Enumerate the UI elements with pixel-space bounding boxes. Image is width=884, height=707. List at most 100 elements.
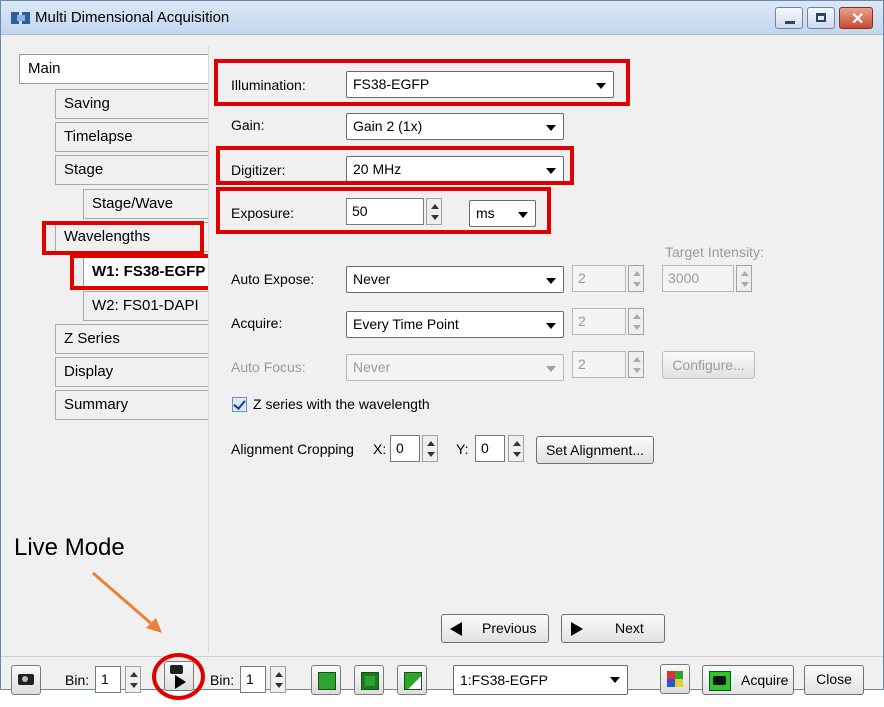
close-button[interactable]: Close xyxy=(804,665,864,695)
nav-item-timelapse[interactable]: Timelapse xyxy=(55,122,209,152)
nav-item-w2[interactable]: W2: FS01-DAPI xyxy=(83,291,209,321)
nav-item-main[interactable]: Main xyxy=(19,54,209,84)
spin-up-icon xyxy=(513,441,521,446)
chevron-down-icon xyxy=(546,278,556,284)
spin-up-icon xyxy=(633,271,641,276)
spin-down-icon xyxy=(130,683,138,688)
spin-down-icon xyxy=(633,368,641,373)
acquire-camera-icon xyxy=(709,671,731,691)
minimize-button[interactable] xyxy=(775,7,803,29)
live-bin-spinner[interactable] xyxy=(270,666,286,693)
spin-down-icon xyxy=(427,452,435,457)
highlight-live-mode xyxy=(152,653,205,700)
chevron-down-icon xyxy=(546,125,556,131)
arrow-right-icon xyxy=(571,622,583,636)
x-offset-spinner[interactable] xyxy=(422,435,438,462)
previous-label: Previous xyxy=(482,620,537,636)
title-bar[interactable]: Multi Dimensional Acquisition ✕ xyxy=(1,1,883,35)
spin-down-icon xyxy=(275,683,283,688)
wavelength-select-value: 1:FS38-EGFP xyxy=(460,672,548,688)
auto-expose-number-input[interactable]: 2 xyxy=(572,265,626,292)
auto-focus-spinner[interactable] xyxy=(628,351,644,378)
maximize-icon xyxy=(816,13,826,22)
green-square-icon xyxy=(318,672,336,690)
y-label: Y: xyxy=(456,441,469,457)
maximize-button[interactable] xyxy=(807,7,835,29)
acquire-label: Acquire: xyxy=(231,315,283,331)
bin-spinner[interactable] xyxy=(125,666,141,693)
auto-focus-value: Never xyxy=(353,359,391,375)
minimize-icon xyxy=(785,21,795,24)
live-bin-label: Bin: xyxy=(210,672,235,688)
next-button[interactable]: Next xyxy=(561,614,665,643)
highlight-illumination xyxy=(214,59,630,106)
gain-value: Gain 2 (1x) xyxy=(353,118,423,134)
chevron-down-icon xyxy=(546,366,556,372)
close-window-button[interactable]: ✕ xyxy=(839,7,873,29)
gain-label: Gain: xyxy=(231,117,265,133)
color-grid-icon-lower xyxy=(667,679,683,687)
configure-button[interactable]: Configure... xyxy=(662,351,755,379)
spin-up-icon xyxy=(275,672,283,677)
previous-button[interactable]: Previous xyxy=(441,614,549,643)
spin-down-icon xyxy=(513,452,521,457)
next-label: Next xyxy=(615,620,644,636)
target-intensity-spinner[interactable] xyxy=(736,265,752,292)
z-series-checkbox[interactable] xyxy=(232,397,247,412)
nav-item-stage[interactable]: Stage xyxy=(55,155,209,185)
auto-focus-number-input[interactable]: 2 xyxy=(572,351,626,378)
spin-up-icon xyxy=(130,672,138,677)
z-series-checkbox-label: Z series with the wavelength xyxy=(253,396,430,412)
bin-input[interactable]: 1 xyxy=(95,666,121,693)
live-bin-input[interactable]: 1 xyxy=(240,666,266,693)
highlight-exposure xyxy=(216,187,551,234)
highlight-digitizer xyxy=(216,146,574,185)
chevron-down-icon xyxy=(610,677,620,683)
annotation-arrow-icon xyxy=(92,571,162,633)
acquire-value: Every Time Point xyxy=(353,316,459,332)
y-offset-input[interactable]: 0 xyxy=(475,435,505,462)
spin-up-icon xyxy=(741,271,749,276)
acquire-number-input[interactable]: 2 xyxy=(572,308,626,335)
acquire-select[interactable]: Every Time Point xyxy=(346,311,564,338)
gain-select[interactable]: Gain 2 (1x) xyxy=(346,113,564,140)
y-offset-spinner[interactable] xyxy=(508,435,524,462)
bottom-separator xyxy=(1,656,883,657)
green-frame-icon xyxy=(361,672,379,690)
arrow-left-icon xyxy=(450,622,462,636)
region-corner-button[interactable] xyxy=(397,665,427,695)
nav-item-summary[interactable]: Summary xyxy=(55,390,209,420)
region-center-button[interactable] xyxy=(354,665,384,695)
nav-item-stage-wave[interactable]: Stage/Wave xyxy=(83,189,209,219)
region-full-button[interactable] xyxy=(311,665,341,695)
x-label: X: xyxy=(373,441,387,457)
auto-expose-value: Never xyxy=(353,271,391,287)
acquire-button[interactable]: Acquire xyxy=(702,665,794,695)
auto-expose-select[interactable]: Never xyxy=(346,266,564,293)
highlight-wavelengths xyxy=(42,221,204,255)
target-intensity-label: Target Intensity: xyxy=(665,244,764,260)
auto-expose-label: Auto Expose: xyxy=(231,271,315,287)
acquire-spinner[interactable] xyxy=(628,308,644,335)
camera-icon xyxy=(18,674,34,685)
target-intensity-input[interactable]: 3000 xyxy=(662,265,734,292)
nav-item-display[interactable]: Display xyxy=(55,357,209,387)
snap-button[interactable] xyxy=(11,665,41,695)
wavelength-select[interactable]: 1:FS38-EGFP xyxy=(453,665,628,695)
auto-expose-spinner[interactable] xyxy=(628,265,644,292)
window-title: Multi Dimensional Acquisition xyxy=(35,9,230,26)
spin-down-icon xyxy=(741,282,749,287)
close-icon: ✕ xyxy=(851,11,865,28)
spin-down-icon xyxy=(633,325,641,330)
set-alignment-button[interactable]: Set Alignment... xyxy=(536,436,654,464)
acquire-label: Acquire xyxy=(741,672,789,688)
nav-item-z-series[interactable]: Z Series xyxy=(55,324,209,354)
chevron-down-icon xyxy=(546,323,556,329)
green-corner-icon xyxy=(404,672,422,690)
nav-item-saving[interactable]: Saving xyxy=(55,89,209,119)
x-offset-input[interactable]: 0 xyxy=(390,435,420,462)
auto-focus-select[interactable]: Never xyxy=(346,354,564,381)
alignment-cropping-label: Alignment Cropping xyxy=(231,441,354,457)
display-colors-button[interactable] xyxy=(660,664,690,694)
spin-down-icon xyxy=(633,282,641,287)
